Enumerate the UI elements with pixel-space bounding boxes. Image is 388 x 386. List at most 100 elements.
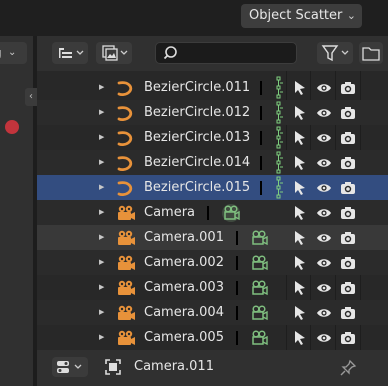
expand-arrow-icon[interactable]: ▶	[99, 333, 104, 341]
select-arrow-icon[interactable]	[291, 179, 309, 197]
camera-icon	[118, 280, 135, 295]
outliner-row[interactable]: ▶ BezierCircle.015	[37, 175, 388, 200]
separator-bar	[207, 206, 209, 220]
eye-icon[interactable]	[315, 79, 333, 97]
eye-icon[interactable]	[315, 279, 333, 297]
camera-render-icon[interactable]	[339, 129, 357, 147]
expand-arrow-icon[interactable]: ▶	[99, 283, 104, 291]
expand-arrow-icon[interactable]: ▶	[99, 208, 104, 216]
eye-icon[interactable]	[315, 154, 333, 172]
collapse-arrow-icon[interactable]: ‹	[25, 88, 37, 106]
camera-render-icon[interactable]	[339, 254, 357, 272]
object-name-label[interactable]: Camera	[144, 205, 195, 220]
camera-data-icon[interactable]	[248, 303, 270, 323]
expand-arrow-icon[interactable]: ▶	[99, 158, 104, 166]
editor-type-button[interactable]	[52, 357, 88, 377]
select-arrow-icon[interactable]	[291, 304, 309, 322]
outliner-row[interactable]: ▶ BezierCircle.014	[37, 150, 388, 175]
select-arrow-icon[interactable]	[291, 129, 309, 147]
camera-data-icon[interactable]	[248, 228, 270, 248]
active-object-name: Camera.011	[134, 359, 214, 374]
camera-render-icon[interactable]	[339, 329, 357, 347]
outliner-row[interactable]: ▶ BezierCircle.012	[37, 100, 388, 125]
outliner-row[interactable]: ▶ Camera	[37, 200, 388, 225]
eye-icon[interactable]	[315, 304, 333, 322]
expand-arrow-icon[interactable]: ▶	[99, 233, 104, 241]
search-field[interactable]	[180, 45, 294, 63]
camera-render-icon[interactable]	[339, 79, 357, 97]
object-name-label[interactable]: Camera.004	[144, 305, 224, 320]
top-bar: Object Scatter ⌄	[0, 0, 388, 36]
select-arrow-icon[interactable]	[291, 154, 309, 172]
camera-data-icon[interactable]	[248, 278, 270, 298]
outliner-row[interactable]: ▶ Camera.004	[37, 300, 388, 325]
curve-icon	[117, 81, 133, 97]
expand-arrow-icon[interactable]: ▶	[99, 258, 104, 266]
pin-icon[interactable]	[339, 359, 357, 377]
expand-arrow-icon[interactable]: ▶	[99, 308, 104, 316]
view-layer-button[interactable]	[96, 42, 132, 64]
expand-arrow-icon[interactable]: ▶	[99, 133, 104, 141]
camera-render-icon[interactable]	[339, 204, 357, 222]
object-name-label[interactable]: BezierCircle.015	[144, 180, 250, 195]
chevron-down-icon: ⌄	[8, 47, 17, 58]
eye-icon[interactable]	[315, 229, 333, 247]
separator-bar	[236, 231, 238, 245]
display-mode-button[interactable]	[52, 42, 88, 64]
camera-render-icon[interactable]	[339, 179, 357, 197]
outliner-row[interactable]: ▶ Camera.002	[37, 250, 388, 275]
eye-icon[interactable]	[315, 204, 333, 222]
viewport-mode-label: g	[0, 42, 2, 64]
eye-icon[interactable]	[315, 129, 333, 147]
properties-editor-icon	[57, 361, 82, 373]
camera-render-icon[interactable]	[339, 229, 357, 247]
outliner-row[interactable]: ▶ BezierCircle.011	[37, 75, 388, 100]
eye-icon[interactable]	[315, 179, 333, 197]
object-name-label[interactable]: Camera.005	[144, 330, 224, 345]
select-arrow-icon[interactable]	[291, 229, 309, 247]
properties-header: Camera.011	[37, 350, 388, 386]
separator-bar	[236, 256, 238, 270]
camera-render-icon[interactable]	[339, 104, 357, 122]
search-input[interactable]	[155, 42, 297, 64]
select-arrow-icon[interactable]	[291, 104, 309, 122]
viewport-mode-field[interactable]: g ⌄	[0, 42, 27, 64]
expand-arrow-icon[interactable]: ▶	[99, 83, 104, 91]
outliner-row[interactable]: ▶ Camera.001	[37, 225, 388, 250]
workspace-selector[interactable]: Object Scatter ⌄	[241, 4, 362, 28]
camera-render-icon[interactable]	[339, 154, 357, 172]
object-name-label[interactable]: BezierCircle.013	[144, 130, 250, 145]
select-arrow-icon[interactable]	[291, 254, 309, 272]
search-icon	[163, 46, 177, 60]
object-name-label[interactable]: BezierCircle.014	[144, 155, 250, 170]
object-name-label[interactable]: Camera.001	[144, 230, 224, 245]
camera-data-icon[interactable]	[220, 203, 242, 223]
eye-icon[interactable]	[315, 329, 333, 347]
outliner-row[interactable]: ▶ Camera.003	[37, 275, 388, 300]
outliner-row[interactable]: ▶ BezierCircle.013	[37, 125, 388, 150]
filter-button[interactable]	[317, 42, 353, 64]
object-name-label[interactable]: BezierCircle.011	[144, 80, 250, 95]
camera-render-icon[interactable]	[339, 279, 357, 297]
camera-data-icon[interactable]	[248, 328, 270, 348]
eye-icon[interactable]	[315, 104, 333, 122]
camera-icon	[118, 205, 135, 220]
object-data-icon	[105, 359, 121, 375]
new-collection-button[interactable]	[359, 42, 383, 64]
camera-icon	[118, 255, 135, 270]
select-arrow-icon[interactable]	[291, 329, 309, 347]
camera-data-icon[interactable]	[248, 253, 270, 273]
eye-icon[interactable]	[315, 254, 333, 272]
select-arrow-icon[interactable]	[291, 79, 309, 97]
camera-icon	[118, 330, 135, 345]
constraint-icon	[276, 76, 283, 99]
select-arrow-icon[interactable]	[291, 279, 309, 297]
expand-arrow-icon[interactable]: ▶	[99, 108, 104, 116]
outliner-row[interactable]: ▶ Camera.005	[37, 325, 388, 350]
expand-arrow-icon[interactable]: ▶	[99, 183, 104, 191]
camera-render-icon[interactable]	[339, 304, 357, 322]
object-name-label[interactable]: BezierCircle.012	[144, 105, 250, 120]
object-name-label[interactable]: Camera.003	[144, 280, 224, 295]
object-name-label[interactable]: Camera.002	[144, 255, 224, 270]
select-arrow-icon[interactable]	[291, 204, 309, 222]
